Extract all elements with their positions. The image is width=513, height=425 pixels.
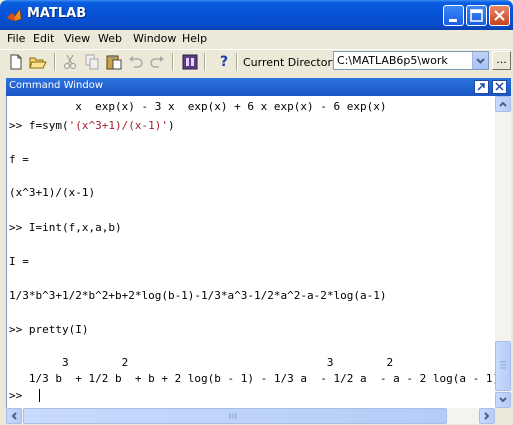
menu-file[interactable]: File (7, 32, 25, 45)
scroll-up-button[interactable] (495, 96, 511, 112)
current-directory-value: C:\MATLAB6p5\work (337, 54, 448, 67)
output-line: (x^3+1)/(x-1) (9, 186, 96, 199)
undo-icon[interactable] (127, 53, 145, 71)
menu-help[interactable]: Help (182, 32, 207, 45)
redo-icon[interactable] (148, 53, 166, 71)
new-file-icon[interactable] (7, 53, 25, 71)
close-icon (495, 82, 504, 91)
maximize-icon (470, 9, 483, 22)
scroll-down-button[interactable] (495, 392, 511, 408)
open-folder-icon[interactable] (29, 53, 47, 71)
command-line-pretty: >> pretty(I) (9, 323, 89, 336)
output-line: I = (9, 255, 29, 268)
command-prompt[interactable]: >> (9, 389, 29, 402)
command-window-close-button[interactable] (492, 80, 507, 94)
chevron-up-icon (499, 101, 507, 107)
toolbar-separator (172, 53, 174, 71)
output-line-pretty: 1/3 b + 1/2 b + b + 2 log(b - 1) - 1/3 a… (9, 372, 495, 385)
vertical-scrollbar[interactable] (495, 96, 511, 408)
window-title: MATLAB (27, 6, 87, 21)
undock-arrow-icon (477, 83, 485, 91)
title-bar[interactable]: MATLAB (0, 0, 513, 30)
output-line: 1/3*b^3+1/2*b^2+b+2*log(b-1)-1/3*a^3-1/2… (9, 289, 387, 302)
command-window-header: Command Window (6, 78, 511, 96)
horizontal-scroll-thumb[interactable] (23, 408, 447, 424)
command-line-sym: >> f=sym('(x^3+1)/(x-1)') (9, 119, 175, 132)
grip-icon (500, 361, 506, 369)
string-literal: '(x^3+1)/(x-1)' (68, 119, 168, 132)
chevron-right-icon (484, 412, 490, 420)
browse-directory-button[interactable]: ... (492, 51, 511, 70)
grip-icon (229, 413, 237, 419)
toolbar-separator (204, 53, 206, 71)
toolbar-separator (236, 53, 238, 71)
menu-view[interactable]: View (64, 32, 90, 45)
prompt-text-end: ) (167, 119, 175, 132)
directory-dropdown-button[interactable] (472, 52, 488, 69)
chevron-down-icon (499, 397, 507, 403)
menu-web[interactable]: Web (98, 32, 122, 45)
prompt-text: >> f=sym( (9, 119, 69, 132)
menu-bar: File Edit View Web Window Help (0, 30, 513, 49)
scroll-left-button[interactable] (6, 408, 22, 424)
scrollbar-corner (495, 408, 511, 424)
maximize-button[interactable] (466, 5, 487, 26)
paste-icon[interactable] (105, 53, 123, 71)
undock-button[interactable] (474, 80, 489, 94)
minimize-button[interactable] (443, 5, 464, 26)
minimize-icon (449, 19, 457, 22)
toolbar-separator (54, 53, 56, 71)
vertical-scroll-thumb[interactable] (495, 341, 511, 391)
menu-window[interactable]: Window (133, 32, 176, 45)
chevron-down-icon (476, 58, 485, 64)
current-directory-label: Current Directory: (243, 56, 342, 69)
matlab-logo-icon (6, 8, 22, 22)
chevron-left-icon (11, 412, 17, 420)
menu-edit[interactable]: Edit (33, 32, 54, 45)
output-line: f = (9, 153, 29, 166)
simulink-icon[interactable] (181, 53, 199, 71)
close-button[interactable] (489, 5, 510, 26)
cut-icon[interactable] (61, 53, 79, 71)
output-line-exponents: 3 2 3 2 (9, 356, 394, 369)
text-cursor (39, 389, 40, 402)
command-line-int: >> I=int(f,x,a,b) (9, 221, 122, 234)
output-line: x exp(x) - 3 x exp(x) + 6 x exp(x) - 6 e… (9, 100, 387, 113)
close-icon (494, 10, 505, 21)
scroll-right-button[interactable] (479, 408, 495, 424)
help-icon[interactable]: ? (215, 53, 233, 71)
command-window-title: Command Window (9, 80, 104, 91)
horizontal-scrollbar[interactable] (6, 408, 495, 424)
copy-icon[interactable] (83, 53, 101, 71)
command-window-output[interactable]: x exp(x) - 3 x exp(x) + 6 x exp(x) - 6 e… (6, 96, 495, 408)
current-directory-combo[interactable]: C:\MATLAB6p5\work (333, 51, 489, 70)
